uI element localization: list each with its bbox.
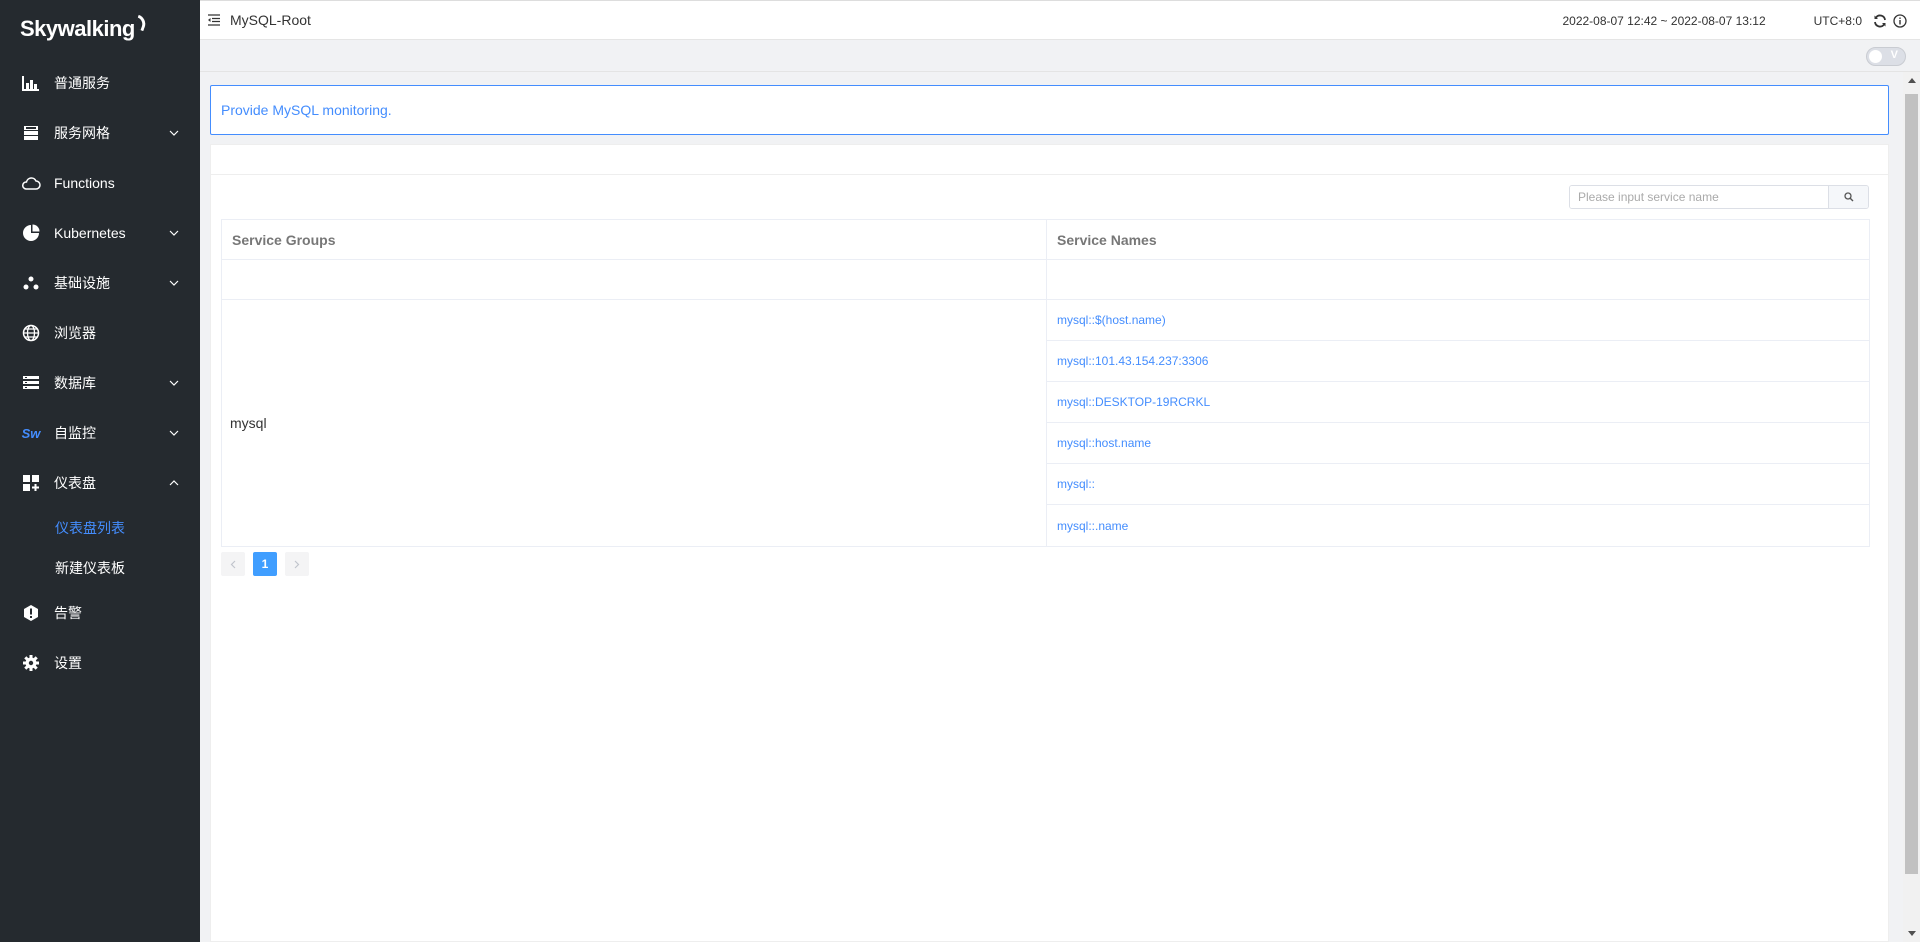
logo-swoosh-icon xyxy=(133,14,148,32)
next-page-button[interactable] xyxy=(285,552,309,576)
service-link[interactable]: mysql:: xyxy=(1047,464,1869,505)
chevron-down-icon xyxy=(168,127,180,139)
sidebar-item-label: 基础设施 xyxy=(54,275,110,291)
chevron-down-icon xyxy=(168,377,180,389)
sidebar-item-kubernetes[interactable]: Kubernetes xyxy=(0,208,200,258)
service-link[interactable]: mysql::host.name xyxy=(1047,423,1869,464)
table-header-row: Service Groups Service Names xyxy=(222,220,1869,260)
chevron-down-icon xyxy=(168,427,180,439)
table-cell xyxy=(222,260,1047,300)
toggle-label: V xyxy=(1890,49,1898,61)
page-title: MySQL-Root xyxy=(230,12,311,28)
prev-page-button[interactable] xyxy=(221,552,245,576)
chevron-down-icon xyxy=(168,277,180,289)
search-input[interactable] xyxy=(1570,186,1828,208)
menu-collapse-icon[interactable] xyxy=(202,14,226,26)
main-content: Provide MySQL monitoring. Service Groups… xyxy=(200,72,1903,942)
search-icon xyxy=(1843,192,1853,202)
time-range[interactable]: 2022-08-07 12:42 ~ 2022-08-07 13:12 xyxy=(1562,14,1765,28)
panel-header xyxy=(211,145,1888,175)
sidebar-item-infrastructure[interactable]: 基础设施 xyxy=(0,258,200,308)
scrollbar-thumb[interactable] xyxy=(1905,94,1918,874)
description-notice: Provide MySQL monitoring. xyxy=(210,85,1889,135)
edit-mode-toggle[interactable]: V xyxy=(1866,47,1906,66)
sidebar-item-settings[interactable]: 设置 xyxy=(0,638,200,688)
logo[interactable]: Skywalking xyxy=(0,0,200,58)
refresh-icon[interactable] xyxy=(1872,13,1888,29)
header-right: 2022-08-07 12:42 ~ 2022-08-07 13:12 UTC+… xyxy=(1562,1,1908,41)
sidebar-item-functions[interactable]: Functions xyxy=(0,158,200,208)
toolbar: V xyxy=(200,40,1920,72)
pagination: 1 xyxy=(221,552,317,576)
chevron-up-icon xyxy=(168,477,180,489)
sidebar-item-label: 服务网格 xyxy=(54,125,110,141)
column-header-service-names: Service Names xyxy=(1047,220,1869,260)
sidebar-subitem-new-dashboard[interactable]: 新建仪表板 xyxy=(0,548,200,588)
sidebar-item-label: Functions xyxy=(54,175,115,191)
search-box xyxy=(1569,185,1869,209)
page-number-button[interactable]: 1 xyxy=(253,552,277,576)
scroll-down-arrow-icon[interactable] xyxy=(1903,925,1920,942)
sw-icon: Sw xyxy=(21,425,41,441)
sidebar-item-label: 数据库 xyxy=(54,375,96,391)
gear-icon xyxy=(20,652,42,674)
sidebar-item-label: 设置 xyxy=(54,655,82,671)
service-group-cell: mysql xyxy=(222,300,1047,546)
chevron-right-icon xyxy=(294,560,300,568)
header: MySQL-Root 2022-08-07 12:42 ~ 2022-08-07… xyxy=(200,0,1920,40)
timezone[interactable]: UTC+8:0 xyxy=(1814,14,1862,28)
chart-icon xyxy=(20,72,42,94)
sidebar-item-browser[interactable]: 浏览器 xyxy=(0,308,200,358)
database-icon xyxy=(20,372,42,394)
search-button[interactable] xyxy=(1828,186,1868,208)
table-row: mysql mysql::$(host.name) mysql::101.43.… xyxy=(222,300,1869,546)
page-scrollbar[interactable] xyxy=(1903,72,1920,942)
sidebar-subitem-dashboard-list[interactable]: 仪表盘列表 xyxy=(0,508,200,548)
table-cell xyxy=(1047,260,1869,300)
sidebar-item-label: Kubernetes xyxy=(54,225,126,241)
service-link[interactable]: mysql::$(host.name) xyxy=(1047,300,1869,341)
sidebar-item-service-mesh[interactable]: 服务网格 xyxy=(0,108,200,158)
chevron-left-icon xyxy=(230,560,236,568)
scroll-up-arrow-icon[interactable] xyxy=(1903,72,1920,89)
sidebar-nav: 普通服务 服务网格 Functions Kubernetes 基础设施 浏览器 … xyxy=(0,58,200,688)
column-header-service-groups: Service Groups xyxy=(222,220,1047,260)
sidebar-item-label: 浏览器 xyxy=(54,325,96,341)
sidebar-item-general-service[interactable]: 普通服务 xyxy=(0,58,200,108)
toggle-knob xyxy=(1869,50,1882,63)
alert-icon xyxy=(20,602,42,624)
sidebar: Skywalking 普通服务 服务网格 Functions Kubernete… xyxy=(0,0,200,942)
service-link[interactable]: mysql::.name xyxy=(1047,505,1869,546)
globe-icon xyxy=(20,322,42,344)
service-link[interactable]: mysql::101.43.154.237:3306 xyxy=(1047,341,1869,382)
pie-icon xyxy=(20,222,42,244)
sidebar-item-label: 告警 xyxy=(54,605,82,621)
sidebar-item-label: 仪表盘 xyxy=(54,475,96,491)
chevron-down-icon xyxy=(168,227,180,239)
sidebar-item-label: 普通服务 xyxy=(54,75,110,91)
layers-icon xyxy=(20,122,42,144)
info-icon[interactable] xyxy=(1892,13,1908,29)
sidebar-item-alerts[interactable]: 告警 xyxy=(0,588,200,638)
service-names-cell: mysql::$(host.name) mysql::101.43.154.23… xyxy=(1047,300,1869,546)
sidebar-item-database[interactable]: 数据库 xyxy=(0,358,200,408)
services-table: Service Groups Service Names mysql mysql… xyxy=(221,219,1870,547)
table-row xyxy=(222,260,1869,300)
sidebar-item-label: 自监控 xyxy=(54,425,96,441)
logo-text: Skywalking xyxy=(20,16,135,41)
service-link[interactable]: mysql::DESKTOP-19RCRKL xyxy=(1047,382,1869,423)
dashboard-icon xyxy=(20,472,42,494)
nodes-icon xyxy=(20,272,42,294)
sidebar-item-dashboard[interactable]: 仪表盘 xyxy=(0,458,200,508)
cloud-icon xyxy=(20,172,42,194)
service-list-panel: Service Groups Service Names mysql mysql… xyxy=(210,144,1889,942)
sidebar-item-self-monitoring[interactable]: Sw 自监控 xyxy=(0,408,200,458)
